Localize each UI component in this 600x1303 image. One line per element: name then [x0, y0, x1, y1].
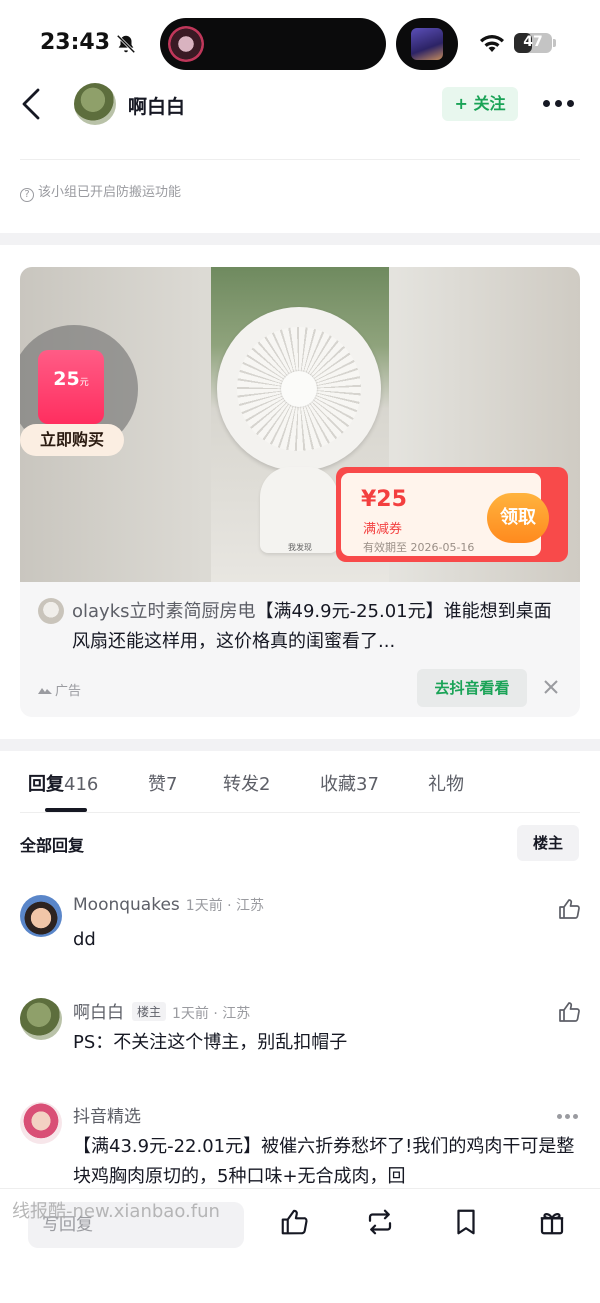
claim-coupon-button[interactable]: 领取 — [487, 493, 549, 543]
status-time: 23:43 — [40, 30, 111, 55]
tab-label: 回复 — [28, 774, 64, 795]
author-name[interactable]: 啊白白 — [128, 92, 185, 119]
owner-badge: 楼主 — [132, 1002, 167, 1021]
comment-text[interactable]: dd — [73, 925, 583, 955]
comment-header: Moonquakes 1天前 · 江苏 — [73, 895, 264, 915]
dynamic-island-media — [396, 18, 458, 70]
battery-cap — [553, 39, 556, 47]
comment-text[interactable]: PS：不关注这个博主，别乱扣帽子 — [73, 1028, 583, 1058]
thumbs-up-icon[interactable] — [557, 1000, 581, 1024]
follow-button[interactable]: + 关注 — [442, 87, 518, 121]
dynamic-island — [160, 18, 386, 70]
advertiser-avatar[interactable] — [38, 598, 64, 624]
comment-header: 抖音精选 — [73, 1102, 141, 1127]
battery-icon: 47 — [514, 33, 552, 53]
tab-count: 7 — [166, 774, 178, 795]
comment-meta: 1天前 · 江苏 — [185, 898, 265, 914]
buy-now-button[interactable]: 立即购买 — [20, 424, 124, 456]
comment-text[interactable]: 【满43.9元-22.01元】被催六折券愁坏了!我们的鸡肉干可是整块鸡胸肉原切的… — [73, 1132, 583, 1192]
comment-header: 啊白白 楼主 1天前 · 江苏 — [73, 998, 250, 1023]
author-avatar[interactable] — [74, 83, 116, 125]
header-divider — [20, 159, 580, 160]
notice-text: 该小组已开启防搬运功能 — [38, 185, 182, 200]
comment-meta: 1天前 · 江苏 — [172, 1006, 251, 1022]
open-douyin-button[interactable]: 去抖音看看 — [417, 669, 527, 707]
commenter-name[interactable]: 抖音精选 — [73, 1107, 141, 1127]
ad-image[interactable]: 我发现 25元 立即购买 ¥25 满减券 有效期至 2026-05-16 领取 — [20, 267, 580, 582]
thumbs-up-icon[interactable] — [279, 1207, 309, 1237]
fan-stand — [260, 467, 338, 553]
tab-favorites[interactable]: 收藏37 — [320, 770, 379, 796]
more-options-icon[interactable] — [557, 1114, 579, 1120]
question-circle-icon: ? — [20, 188, 34, 202]
media-thumbnail — [411, 28, 443, 60]
close-icon[interactable] — [541, 677, 561, 697]
tab-replies[interactable]: 回复416 — [28, 770, 98, 796]
bookmark-icon[interactable] — [451, 1207, 481, 1237]
gift-icon[interactable] — [537, 1207, 567, 1237]
tab-count: 2 — [259, 774, 271, 795]
ad-label-text: 广告 — [55, 684, 82, 699]
tab-reposts[interactable]: 转发2 — [223, 770, 270, 796]
desk-fan-image — [217, 307, 381, 471]
section-separator — [0, 739, 600, 751]
commenter-avatar[interactable] — [20, 895, 62, 937]
bell-muted-icon — [116, 34, 136, 54]
fan-label: 我发现 — [288, 543, 312, 552]
coupon-value: ¥25 — [361, 487, 407, 512]
tab-count: 416 — [64, 774, 99, 795]
all-replies-heading: 全部回复 — [20, 836, 85, 855]
coupon-expiry: 有效期至 2026-05-16 — [363, 541, 475, 554]
more-options-icon[interactable] — [543, 97, 575, 111]
commenter-avatar[interactable] — [20, 1102, 62, 1144]
live-activity-avatar — [168, 26, 204, 62]
commenter-name[interactable]: Moonquakes — [73, 895, 180, 915]
back-arrow-icon[interactable] — [18, 86, 46, 122]
tab-count: 37 — [356, 774, 379, 795]
tab-label: 转发 — [223, 774, 259, 795]
status-bar: 23:43 47 — [0, 0, 600, 80]
coupon-type: 满减券 — [363, 522, 403, 537]
fan-hub — [281, 371, 317, 407]
ad-title[interactable]: olayks立时素简厨房电【满49.9元-25.01元】谁能想到桌面风扇还能这样… — [72, 597, 558, 657]
ad-logo-icon — [38, 688, 52, 694]
tab-label: 赞 — [148, 774, 166, 795]
fan-grill — [237, 327, 361, 451]
ad-card[interactable]: 我发现 25元 立即购买 ¥25 满减券 有效期至 2026-05-16 领取 … — [20, 267, 580, 717]
tab-label: 收藏 — [320, 774, 356, 795]
thumbs-up-icon[interactable] — [557, 897, 581, 921]
ad-brand: olayks立时素简厨房电 — [72, 601, 256, 622]
tabs-divider — [20, 812, 580, 813]
bottom-action-bar: 写回复 线报酷-new.xianbao.fun — [0, 1188, 600, 1303]
ad-label: 广告 — [38, 680, 81, 699]
anti-repost-notice: ? 该小组已开启防搬运功能 — [20, 181, 181, 202]
watermark-text: 线报酷-new.xianbao.fun — [12, 1201, 220, 1222]
coupon-badge-unit: 元 — [79, 378, 89, 388]
owner-only-filter-button[interactable]: 楼主 — [517, 825, 579, 861]
coupon-card[interactable]: ¥25 满减券 有效期至 2026-05-16 领取 — [336, 467, 568, 562]
battery-percent: 47 — [523, 34, 543, 50]
commenter-avatar[interactable] — [20, 998, 62, 1040]
repost-icon[interactable] — [365, 1207, 395, 1237]
coupon-badge-amount: 25 — [53, 368, 80, 390]
coupon-badge[interactable]: 25元 — [38, 350, 104, 424]
tab-label: 礼物 — [428, 774, 464, 795]
commenter-name[interactable]: 啊白白 — [73, 1003, 124, 1023]
wifi-icon — [480, 35, 504, 52]
section-separator — [0, 233, 600, 245]
tab-gifts[interactable]: 礼物 — [428, 770, 464, 796]
tab-likes[interactable]: 赞7 — [148, 770, 177, 796]
